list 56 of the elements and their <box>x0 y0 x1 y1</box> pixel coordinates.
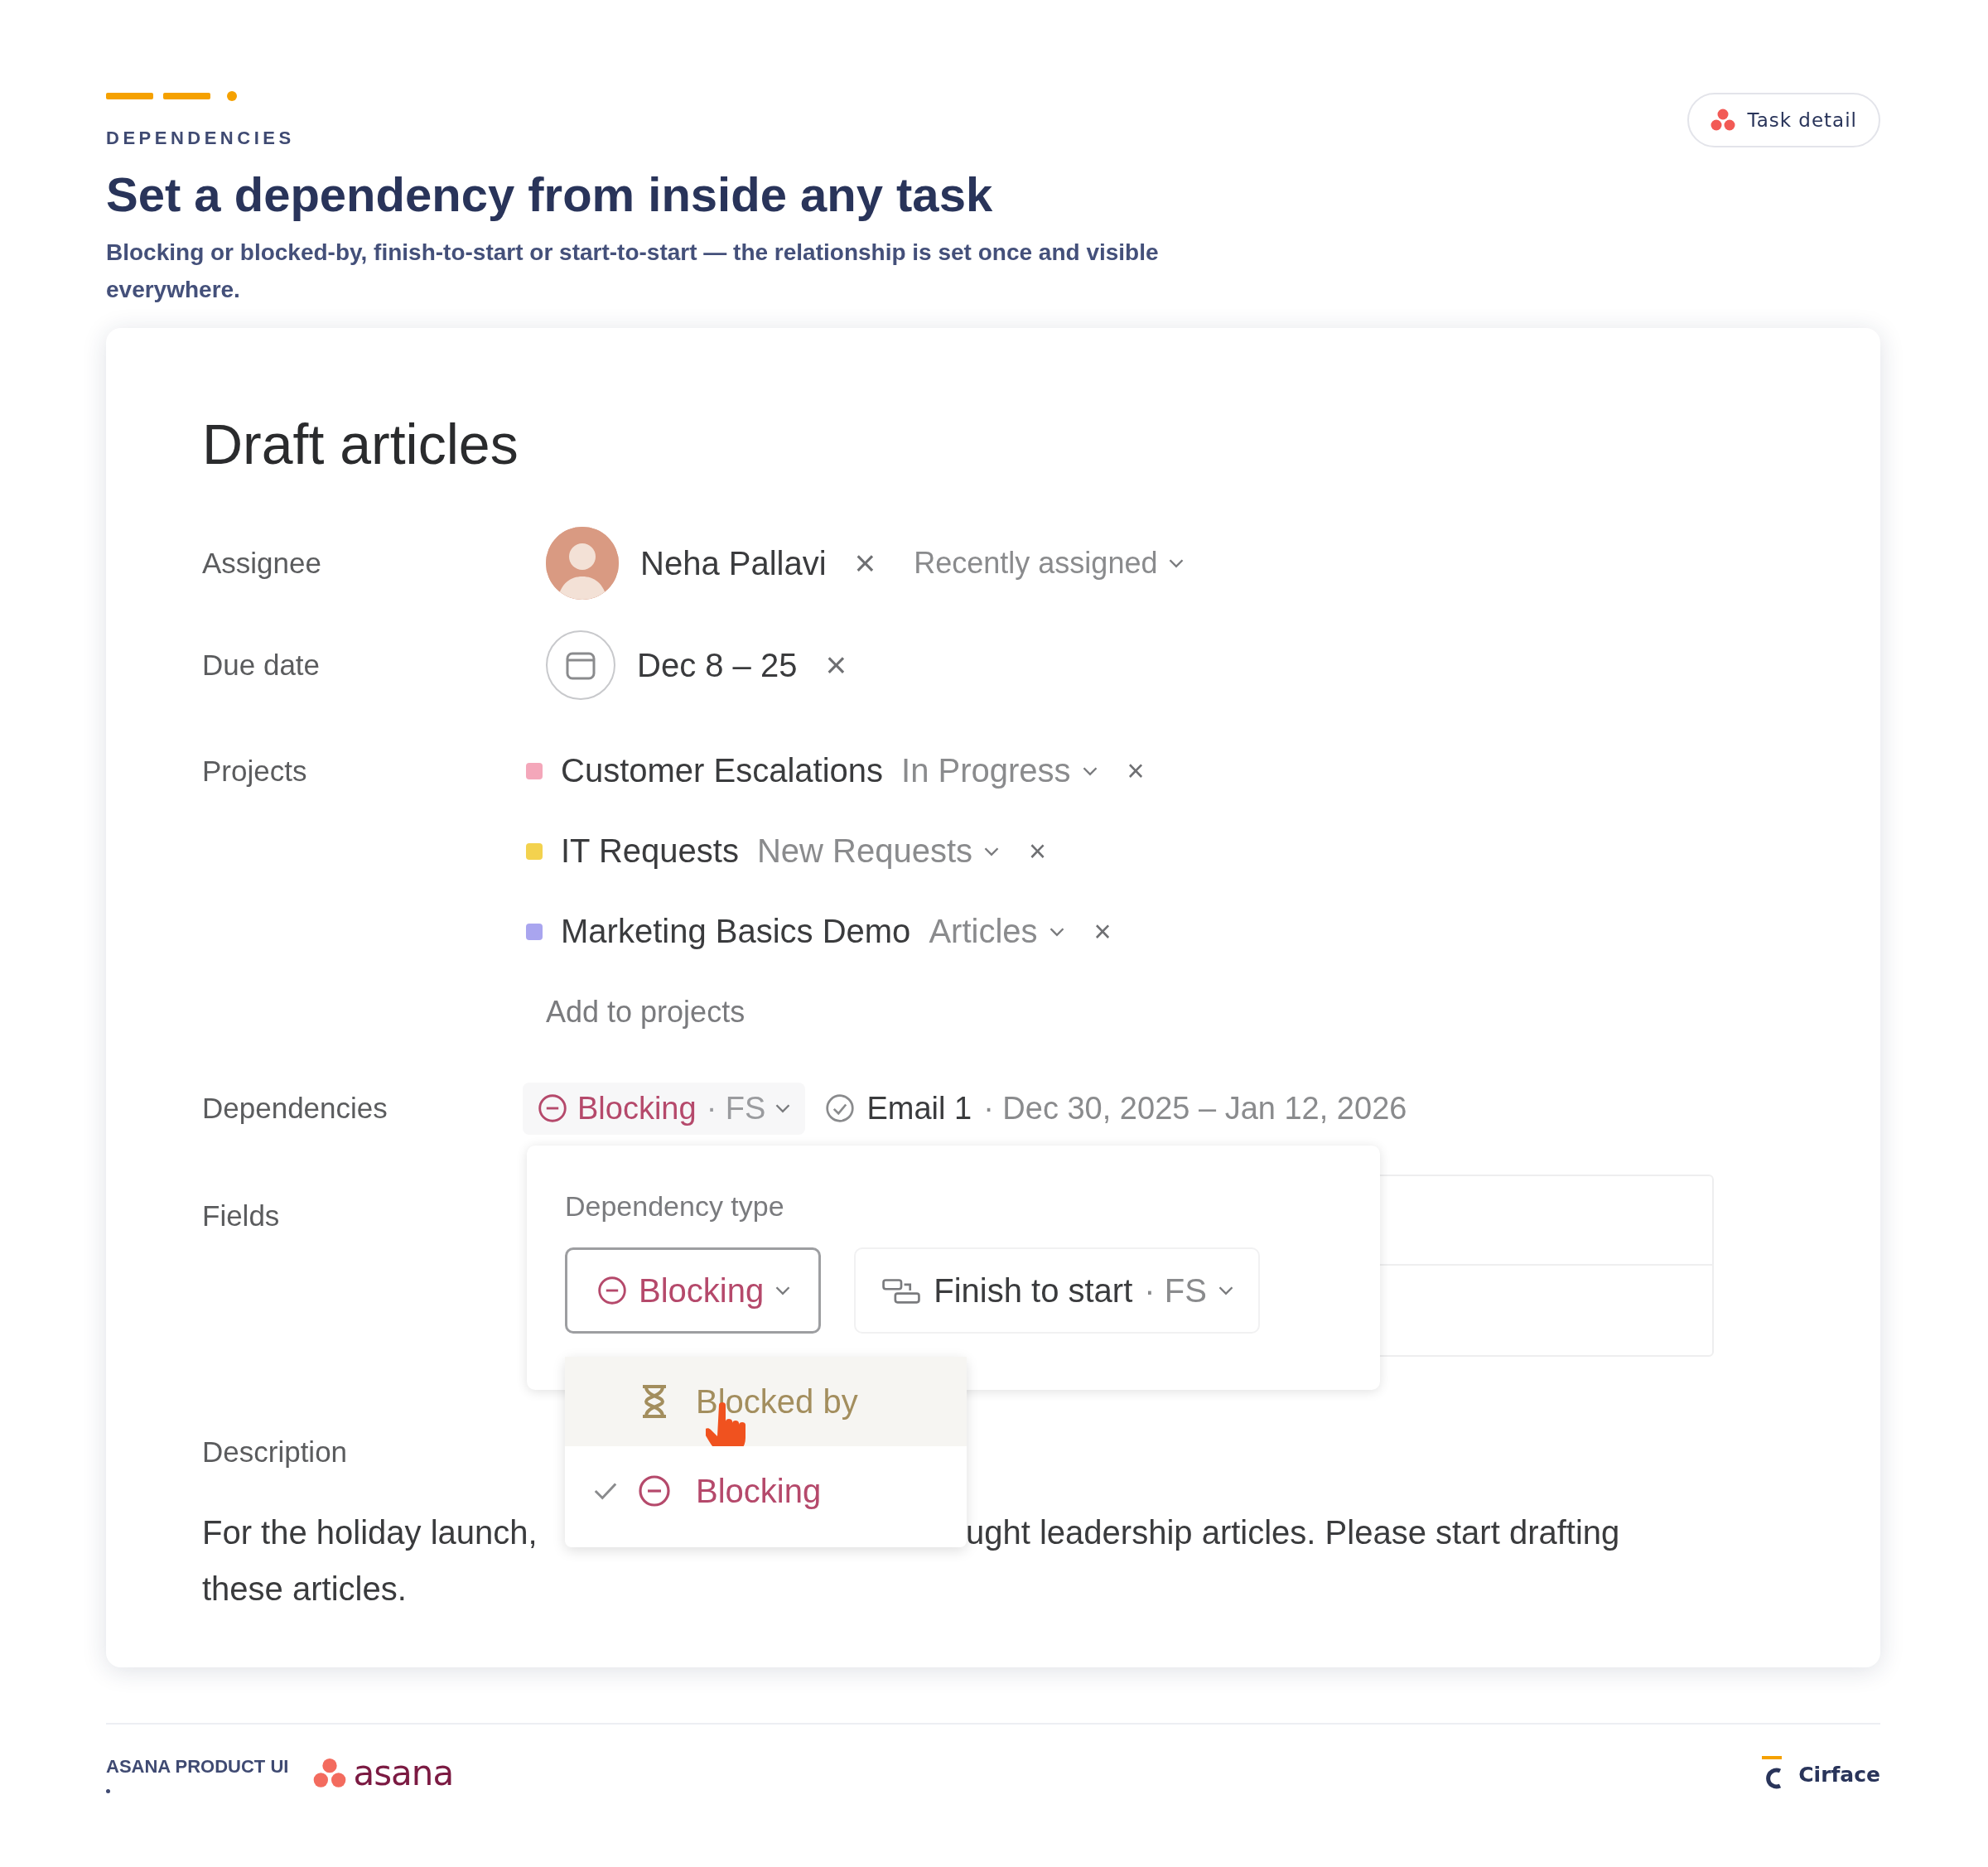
remove-project-button[interactable]: × <box>1127 753 1145 789</box>
description-text: these articles. <box>202 1570 408 1609</box>
recently-assigned-dropdown[interactable]: Recently assigned <box>914 546 1185 581</box>
check-icon <box>593 1481 618 1501</box>
chevron-down-icon <box>1169 558 1185 568</box>
field-label: Fields <box>202 1199 281 1233</box>
field-label: Projects <box>202 754 308 789</box>
field-label: Description <box>202 1435 349 1469</box>
popover-title: Dependency type <box>565 1190 785 1223</box>
dependent-task-dates: · Dec 30, 2025 – Jan 12, 2026 <box>983 1090 1407 1126</box>
field-label: Assignee <box>202 547 322 580</box>
task-title: Draft articles <box>202 412 519 477</box>
page-heading: Set a dependency from inside any task <box>106 166 994 223</box>
project-name[interactable]: IT Requests <box>561 832 739 870</box>
minus-circle-icon <box>538 1093 567 1123</box>
section-dropdown[interactable]: Articles <box>929 913 1064 950</box>
minus-circle-icon <box>638 1473 671 1509</box>
eyebrow-label: DEPENDENCIES <box>106 128 296 149</box>
calendar-button[interactable] <box>546 630 615 700</box>
assignee-name[interactable]: Neha Pallavi <box>640 544 827 582</box>
check-circle-icon <box>825 1093 856 1123</box>
section-dropdown[interactable]: New Requests <box>756 832 1000 870</box>
logo-wordmark: asana <box>353 1753 454 1793</box>
chevron-down-icon <box>775 1103 791 1113</box>
task-detail-badge: Task detail <box>1687 93 1880 147</box>
page-subtitle: Blocking or blocked-by, finish-to-start or start-to-start — the relationship is set once and visible everywhere. <box>106 239 1160 304</box>
field-label: Dependencies <box>202 1092 388 1125</box>
minus-circle-icon <box>597 1276 627 1305</box>
remove-date-button[interactable]: × <box>825 644 847 686</box>
chevron-down-icon <box>984 846 1000 856</box>
description-text: For the holiday launch, <box>202 1513 538 1552</box>
chevron-down-icon <box>1082 765 1098 776</box>
chevron-down-icon <box>1218 1286 1233 1295</box>
brand-name: Cirface <box>1798 1762 1880 1787</box>
field-label: Due date <box>202 649 321 682</box>
menu-item[interactable]: Blocking <box>565 1446 967 1536</box>
chevron-down-icon <box>775 1286 791 1295</box>
timing-dropdown[interactable]: Finish to start · FS <box>854 1247 1260 1334</box>
chevron-down-icon <box>1049 926 1064 937</box>
footer-label: ASANA PRODUCT UI <box>106 1756 289 1778</box>
section-dropdown[interactable]: In Progress <box>901 752 1098 789</box>
remove-project-button[interactable]: × <box>1029 833 1047 869</box>
project-name[interactable]: Marketing Basics Demo <box>561 913 911 950</box>
remove-project-button[interactable]: × <box>1093 914 1112 949</box>
dependency-type-chip[interactable]: Blocking · FS <box>523 1082 806 1135</box>
project-name[interactable]: Customer Escalations <box>561 752 884 789</box>
description-text: ught leadership articles. Please start drafting <box>966 1513 1621 1552</box>
add-to-projects-link[interactable]: Add to projects <box>546 994 746 1030</box>
dependency-type-dropdown[interactable]: Blocking <box>565 1247 822 1334</box>
three-dots-logo-icon <box>1711 109 1736 132</box>
three-dots-logo-icon <box>313 1757 347 1789</box>
dependent-task-name[interactable]: Email 1 <box>866 1090 972 1126</box>
due-date-value[interactable]: Dec 8 – 25 <box>637 646 798 684</box>
menu-item[interactable]: Blocked by <box>565 1357 967 1446</box>
remove-assignee-button[interactable]: × <box>854 543 876 584</box>
bullet-dot <box>106 1789 110 1793</box>
